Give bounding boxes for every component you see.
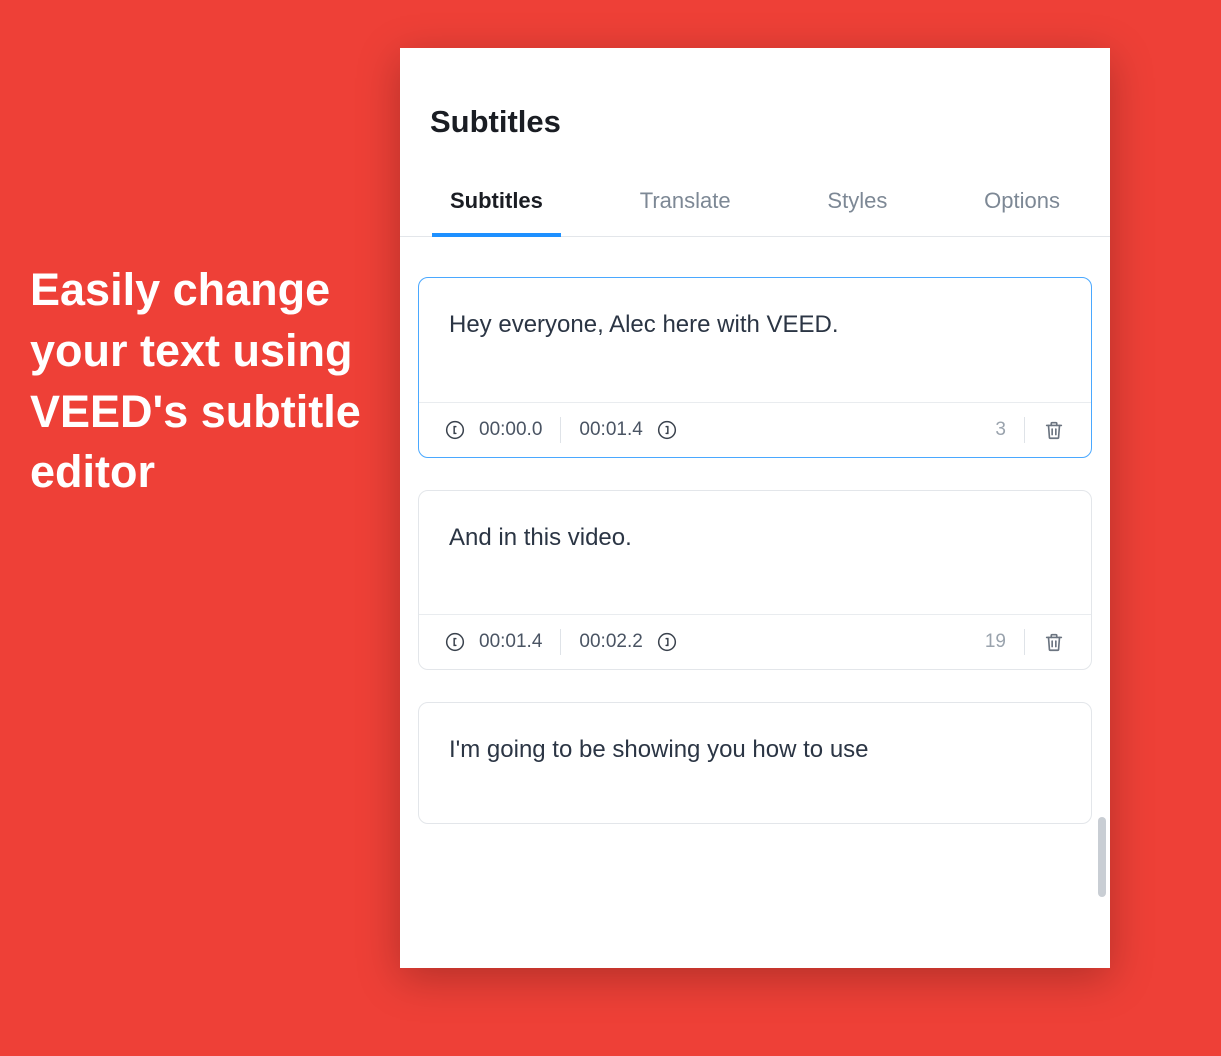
end-time[interactable]: 00:02.2 [579,631,642,653]
delete-icon[interactable] [1043,630,1065,654]
start-time-group: 00:01.4 [445,631,542,653]
end-time-group: 00:02.2 [579,631,676,653]
divider [560,417,561,443]
subtitle-list: Hey everyone, Alec here with VEED. 00:00… [400,237,1110,957]
subtitle-card[interactable]: And in this video. 00:01.4 00:02.2 [418,490,1092,671]
start-time-group: 00:00.0 [445,419,542,441]
delete-icon[interactable] [1043,418,1065,442]
bracket-open-icon [445,420,465,440]
tab-subtitles[interactable]: Subtitles [450,170,543,236]
tab-options[interactable]: Options [984,170,1060,236]
tab-bar: Subtitles Translate Styles Options [400,170,1110,237]
start-time[interactable]: 00:01.4 [479,631,542,653]
subtitle-footer: 00:00.0 00:01.4 3 [419,402,1091,457]
divider [1024,417,1025,443]
character-count: 3 [995,419,1006,441]
panel-title: Subtitles [400,48,1110,170]
divider [1024,629,1025,655]
subtitle-text-input[interactable]: And in this video. [419,491,1091,615]
bracket-open-icon [445,632,465,652]
subtitle-editor-panel: Subtitles Subtitles Translate Styles Opt… [400,48,1110,968]
promo-headline: Easily change your text using VEED's sub… [30,260,380,503]
start-time[interactable]: 00:00.0 [479,419,542,441]
character-count: 19 [985,631,1006,653]
subtitle-text-input[interactable]: I'm going to be showing you how to use [419,703,1091,823]
subtitle-card[interactable]: Hey everyone, Alec here with VEED. 00:00… [418,277,1092,458]
tab-translate[interactable]: Translate [640,170,731,236]
subtitle-footer: 00:01.4 00:02.2 19 [419,614,1091,669]
end-time[interactable]: 00:01.4 [579,419,642,441]
tab-styles[interactable]: Styles [827,170,887,236]
promo-sidebar: Easily change your text using VEED's sub… [0,0,400,503]
subtitle-card[interactable]: I'm going to be showing you how to use [418,702,1092,824]
bracket-close-icon [657,420,677,440]
divider [560,629,561,655]
subtitle-text-input[interactable]: Hey everyone, Alec here with VEED. [419,278,1091,402]
scrollbar-thumb[interactable] [1098,817,1106,897]
end-time-group: 00:01.4 [579,419,676,441]
bracket-close-icon [657,632,677,652]
